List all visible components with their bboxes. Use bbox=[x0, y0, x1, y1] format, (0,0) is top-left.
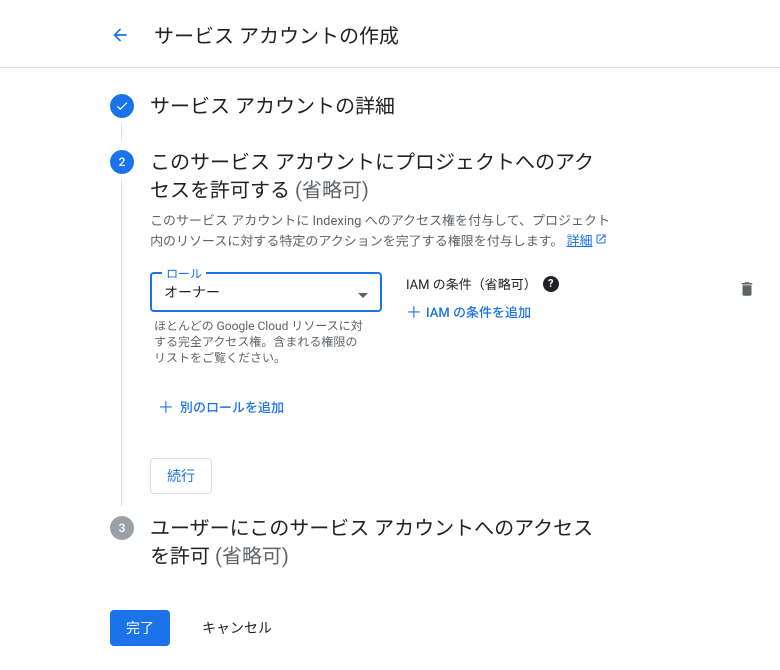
plus-icon: ＋ bbox=[406, 299, 422, 323]
step-2: 2 このサービス アカウントにプロジェクトへのアクセスを許可する (省略可) こ… bbox=[110, 148, 756, 506]
iam-condition-column: IAM の条件（省略可） ? ＋ IAM の条件を追加 bbox=[406, 272, 559, 323]
details-link-text: 詳細 bbox=[567, 234, 593, 249]
footer-actions: 完了 キャンセル bbox=[110, 610, 756, 646]
step-1: サービス アカウントの詳細 bbox=[110, 92, 756, 140]
step-2-number: 2 bbox=[110, 150, 134, 174]
step-3-number: 3 bbox=[110, 516, 134, 540]
step-2-optional: (省略可) bbox=[295, 178, 369, 202]
cancel-button[interactable]: キャンセル bbox=[186, 610, 288, 646]
role-field: ロール オーナー ほとんどの Google Cloud リソースに対する完全アク… bbox=[150, 272, 382, 366]
done-button[interactable]: 完了 bbox=[110, 610, 170, 646]
role-label: ロール bbox=[162, 265, 206, 282]
role-help-text: ほとんどの Google Cloud リソースに対する完全アクセス権。含まれる権… bbox=[150, 318, 370, 366]
step-2-desc-text: このサービス アカウントに Indexing へのアクセス権を付与して、プロジェ… bbox=[150, 214, 610, 249]
step-3-optional: (省略可) bbox=[215, 544, 289, 568]
role-row: ロール オーナー ほとんどの Google Cloud リソースに対する完全アク… bbox=[150, 272, 756, 366]
step-2-title: このサービス アカウントにプロジェクトへのアクセスを許可する (省略可) bbox=[150, 148, 610, 204]
step-2-description: このサービス アカウントに Indexing へのアクセス権を付与して、プロジェ… bbox=[150, 212, 610, 252]
step-2-indicator: 2 bbox=[110, 148, 150, 506]
external-link-icon bbox=[595, 232, 607, 252]
add-condition-label: IAM の条件を追加 bbox=[426, 302, 531, 321]
content: サービス アカウントの詳細 2 このサービス アカウントにプロジェクトへのアクセ… bbox=[0, 68, 780, 670]
step-connector bbox=[121, 124, 122, 140]
delete-role-button[interactable] bbox=[738, 280, 756, 302]
continue-button[interactable]: 続行 bbox=[150, 458, 212, 494]
role-value: オーナー bbox=[164, 282, 358, 302]
step-1-indicator bbox=[110, 92, 150, 140]
step-3: 3 ユーザーにこのサービス アカウントへのアクセスを許可 (省略可) bbox=[110, 514, 756, 590]
plus-icon: ＋ bbox=[158, 394, 174, 418]
step-1-title[interactable]: サービス アカウントの詳細 bbox=[150, 92, 610, 120]
step-connector bbox=[121, 180, 122, 506]
role-select[interactable]: ロール オーナー bbox=[150, 272, 382, 312]
check-icon bbox=[110, 94, 134, 118]
chevron-down-icon bbox=[358, 283, 368, 302]
details-link[interactable]: 詳細 bbox=[567, 234, 607, 249]
step-3-title[interactable]: ユーザーにこのサービス アカウントへのアクセスを許可 (省略可) bbox=[150, 514, 610, 570]
iam-condition-label: IAM の条件（省略可） bbox=[406, 274, 537, 293]
step-3-indicator: 3 bbox=[110, 514, 150, 590]
add-another-role-label: 別のロールを追加 bbox=[180, 397, 284, 416]
iam-condition-header: IAM の条件（省略可） ? bbox=[406, 274, 559, 293]
add-another-role-button[interactable]: ＋ 別のロールを追加 bbox=[158, 394, 756, 418]
help-icon[interactable]: ? bbox=[543, 276, 559, 292]
step-2-title-text: このサービス アカウントにプロジェクトへのアクセスを許可する bbox=[150, 150, 594, 202]
add-condition-button[interactable]: ＋ IAM の条件を追加 bbox=[406, 299, 559, 323]
page-header: サービス アカウントの作成 bbox=[0, 0, 780, 68]
back-arrow-icon[interactable] bbox=[110, 25, 130, 45]
page-title: サービス アカウントの作成 bbox=[154, 20, 399, 49]
